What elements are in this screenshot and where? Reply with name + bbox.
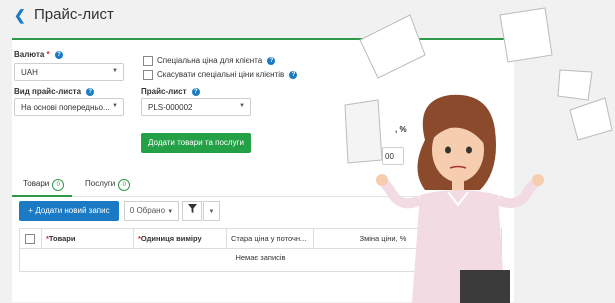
help-icon[interactable]: ? (191, 87, 200, 96)
selected-dropdown[interactable]: 0 Обрано ▼ (124, 201, 179, 221)
pricelist-label: Прайс-лист ? (141, 87, 200, 96)
special-price-label: Спеціальна ціна для клієнта ? (157, 56, 276, 65)
pricelist-select[interactable]: PLS-000002 ▼ (141, 98, 251, 116)
currency-value: UAH (21, 68, 38, 77)
tab-services-count: 0 (118, 179, 131, 191)
tab-services-label: Послуги (85, 179, 116, 188)
selected-label: 0 Обрано (129, 206, 166, 215)
cancel-special-checkbox[interactable] (143, 70, 153, 80)
filter-dropdown-button[interactable]: ▼ (203, 201, 220, 221)
special-price-label-text: Спеціальна ціна для клієнта (157, 56, 263, 65)
currency-select[interactable]: UAH ▼ (14, 63, 124, 81)
cancel-special-label: Скасувати спеціальні ціни клієнтів ? (157, 70, 298, 79)
filter-icon (187, 204, 197, 213)
help-icon[interactable]: ? (267, 56, 276, 65)
chevron-down-icon: ▼ (239, 103, 245, 109)
pricelist-type-label-text: Вид прайс-листа (14, 87, 82, 96)
chevron-down-icon: ▼ (167, 209, 174, 215)
currency-label: Валюта * ? (14, 50, 63, 59)
select-all-column (20, 229, 42, 249)
pricelist-value: PLS-000002 (148, 103, 193, 112)
pricelist-label-text: Прайс-лист (141, 87, 187, 96)
special-price-checkbox[interactable] (143, 56, 153, 66)
pricelist-type-label: Вид прайс-листа ? (14, 87, 95, 96)
pricelist-type-value: На основі попередньо... (21, 103, 110, 112)
help-icon[interactable]: ? (289, 70, 298, 79)
chevron-down-icon: ▼ (112, 103, 118, 109)
required-mark: * (46, 50, 50, 59)
add-record-label: Додати новий запис (35, 206, 110, 215)
page-title: Прайс-лист (34, 6, 114, 23)
tab-goods[interactable]: Товари 0 (23, 179, 65, 191)
currency-label-text: Валюта (14, 50, 45, 59)
active-tab-indicator (12, 195, 72, 197)
plus-icon: + (28, 206, 34, 215)
tab-goods-label: Товари (23, 179, 50, 188)
chevron-left-icon[interactable]: ❮ (14, 7, 26, 24)
column-header-unit[interactable]: *Одиниця виміру (134, 229, 227, 249)
column-goods-label: Товари (48, 234, 76, 243)
add-goods-services-button[interactable]: Додати товари та послуги (141, 133, 251, 153)
tab-goods-count: 0 (52, 179, 65, 191)
confused-woman-illustration (344, 7, 613, 303)
filter-button[interactable] (182, 201, 202, 221)
chevron-down-icon: ▼ (112, 68, 118, 74)
select-all-checkbox[interactable] (25, 234, 35, 244)
add-record-button[interactable]: + Додати новий запис (19, 201, 119, 221)
tab-services[interactable]: Послуги 0 (85, 179, 131, 191)
column-unit-label: Одиниця виміру (140, 234, 202, 243)
chevron-down-icon: ▼ (208, 209, 215, 215)
help-icon[interactable]: ? (54, 50, 63, 59)
help-icon[interactable]: ? (86, 87, 95, 96)
column-header-old-price[interactable]: Стара ціна у поточн... (227, 229, 314, 249)
cancel-special-label-text: Скасувати спеціальні ціни клієнтів (157, 70, 285, 79)
column-header-goods[interactable]: *Товари (42, 229, 134, 249)
woman-figure (376, 94, 544, 303)
pricelist-type-select[interactable]: На основі попередньо... ▼ (14, 98, 124, 116)
